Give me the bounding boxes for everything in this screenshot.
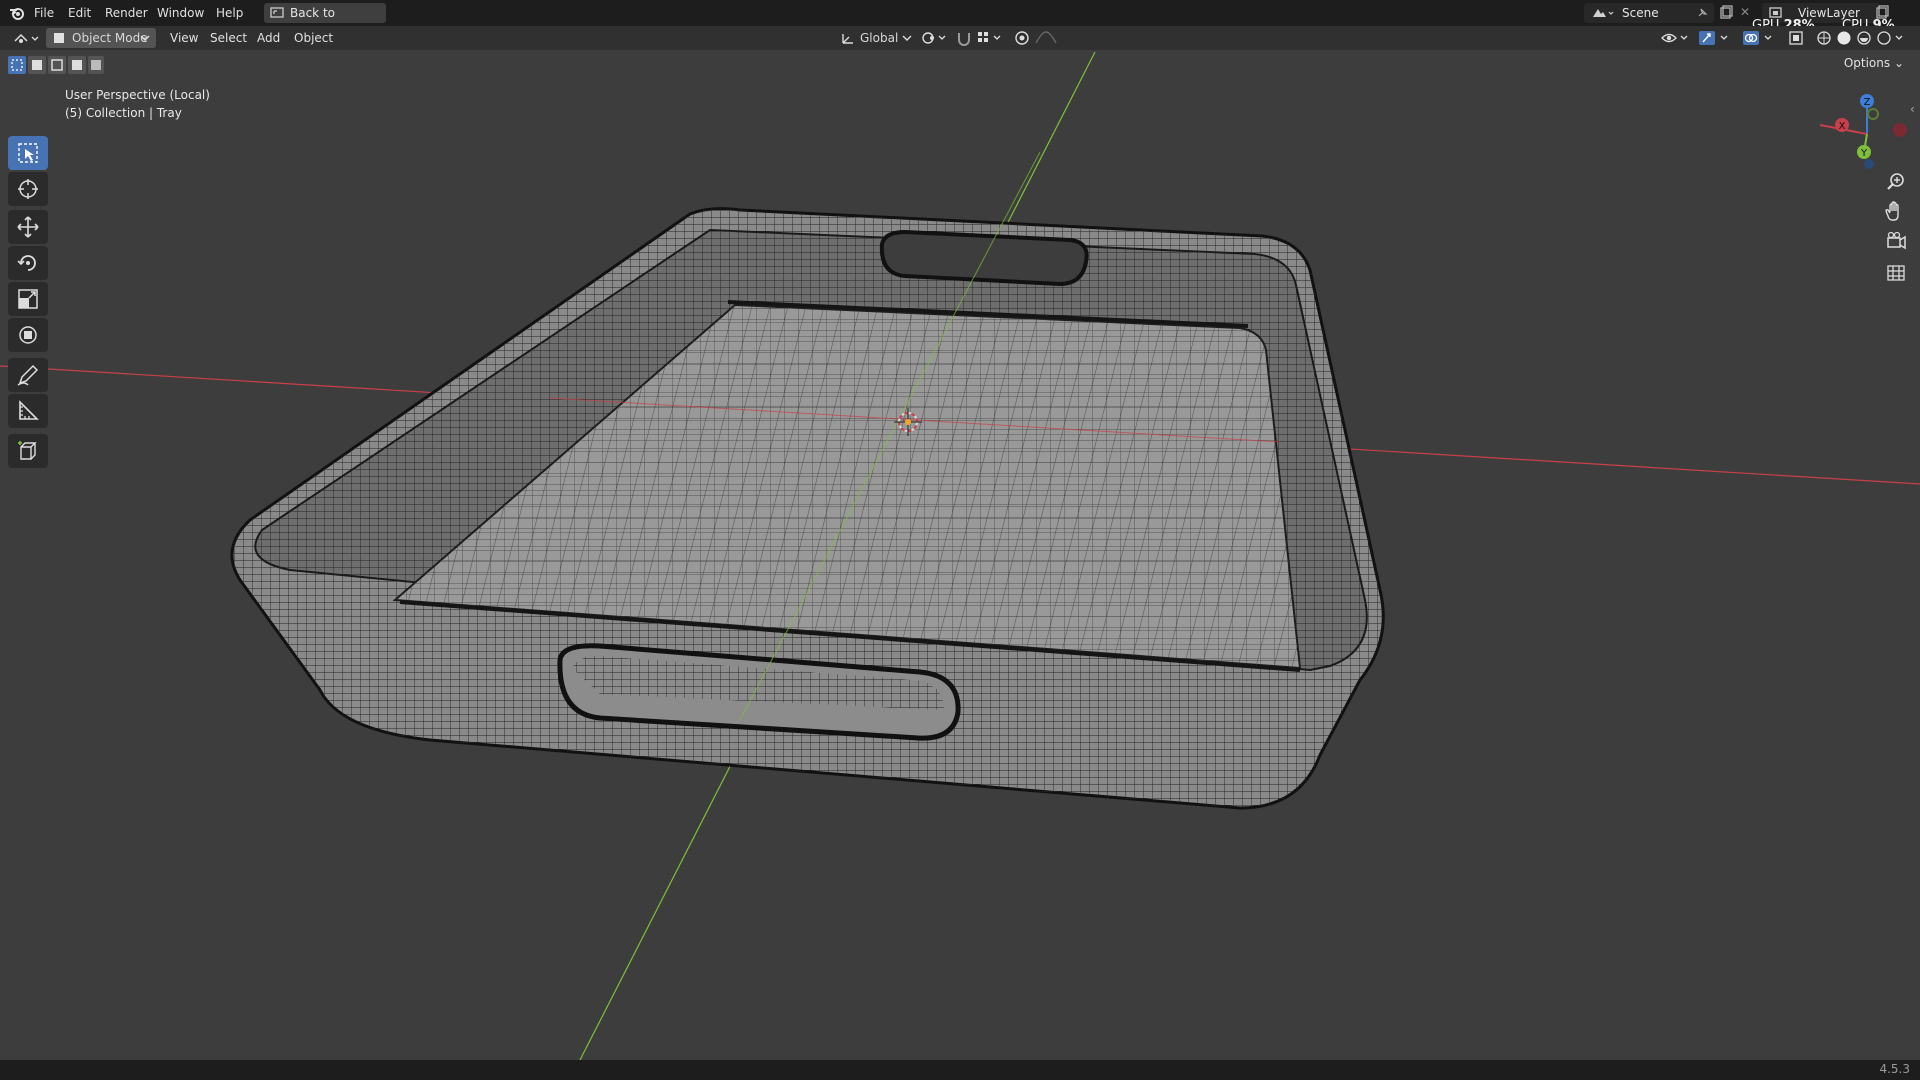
camera-icon bbox=[1887, 231, 1906, 250]
shading-modes-icon[interactable] bbox=[1816, 30, 1908, 46]
remove-scene-icon[interactable]: ✕ bbox=[1740, 5, 1750, 19]
3d-viewport[interactable]: Options ⌄ User Perspective (Local) (5) C… bbox=[0, 50, 1920, 1060]
visibility-icon[interactable] bbox=[1660, 30, 1690, 46]
add-cube-icon bbox=[18, 441, 37, 460]
hand-icon bbox=[1885, 201, 1899, 221]
scene-name: Scene bbox=[1622, 6, 1659, 20]
scene-canvas[interactable] bbox=[0, 50, 1920, 1060]
gizmo-toggle-icon[interactable] bbox=[1698, 30, 1732, 46]
pivot-point-icon[interactable] bbox=[920, 30, 948, 46]
ortho-grid-button[interactable] bbox=[1880, 258, 1912, 286]
object-origin-dot bbox=[905, 419, 911, 425]
object-mode-icon bbox=[54, 33, 64, 43]
viewport-header: Object Mode View Select Add Object Globa… bbox=[0, 26, 1920, 50]
menu-render[interactable]: Render bbox=[105, 0, 148, 26]
menu-object[interactable]: Object bbox=[294, 26, 333, 50]
menu-help[interactable]: Help bbox=[216, 0, 243, 26]
cursor-tool[interactable] bbox=[8, 172, 48, 206]
proportional-editing-icon[interactable] bbox=[1014, 30, 1030, 46]
grid-icon bbox=[1887, 265, 1905, 281]
scene-icon bbox=[1593, 9, 1614, 17]
version-label: 4.5.3 bbox=[1879, 1062, 1910, 1076]
chevron-down-icon bbox=[902, 35, 912, 41]
view-perspective-label: User Perspective (Local) bbox=[65, 88, 210, 102]
scene-selector[interactable]: Scene bbox=[1584, 3, 1714, 23]
options-label: Options bbox=[1843, 56, 1891, 70]
menu-window[interactable]: Window bbox=[157, 0, 204, 26]
select-box-tool[interactable] bbox=[8, 136, 48, 170]
back-to-previous-button[interactable]: Back to Previous bbox=[264, 3, 386, 40]
camera-button[interactable] bbox=[1880, 228, 1912, 256]
pencil-icon bbox=[17, 364, 39, 386]
top-menu-bar: File Edit Render Window Help Back to Pre… bbox=[0, 0, 1920, 40]
rotate-tool[interactable] bbox=[8, 246, 48, 280]
overlays-toggle-icon[interactable] bbox=[1742, 30, 1776, 46]
scale-icon bbox=[18, 289, 38, 309]
snap-toggle-icon[interactable] bbox=[956, 30, 972, 46]
move-icon bbox=[17, 216, 39, 238]
orientation-icon bbox=[842, 34, 853, 44]
add-cube-tool[interactable] bbox=[8, 434, 48, 468]
neg-y-axis-icon[interactable] bbox=[1867, 108, 1879, 120]
svg-text:Y: Y bbox=[1860, 148, 1868, 159]
zoom-button[interactable] bbox=[1880, 168, 1912, 196]
status-bar: 4.5.3 bbox=[0, 1060, 1920, 1080]
ruler-icon bbox=[19, 400, 39, 420]
transform-icon bbox=[19, 326, 37, 344]
pan-button[interactable] bbox=[1880, 198, 1912, 226]
neg-x-axis-icon[interactable] bbox=[1893, 123, 1907, 137]
falloff-curve-icon[interactable] bbox=[1034, 30, 1060, 46]
orientation-label: Global bbox=[860, 31, 899, 45]
xray-toggle-icon[interactable] bbox=[1788, 30, 1804, 46]
editor-type-icon[interactable] bbox=[12, 30, 40, 46]
menu-file[interactable]: File bbox=[34, 0, 54, 26]
pin-icon[interactable] bbox=[1696, 7, 1708, 19]
snap-increment-icon[interactable] bbox=[976, 30, 1004, 46]
rotate-icon bbox=[17, 255, 36, 271]
move-tool[interactable] bbox=[8, 210, 48, 244]
measure-tool[interactable] bbox=[8, 394, 48, 428]
new-scene-icon[interactable] bbox=[1718, 5, 1734, 21]
svg-text:Z: Z bbox=[1864, 97, 1871, 108]
menu-select[interactable]: Select bbox=[210, 26, 247, 50]
menu-view[interactable]: View bbox=[170, 26, 198, 50]
transform-orientation-dropdown[interactable]: Global bbox=[838, 28, 914, 48]
chevron-down-icon bbox=[140, 35, 150, 41]
active-collection-label: (5) Collection | Tray bbox=[65, 106, 182, 120]
annotate-tool[interactable] bbox=[8, 358, 48, 392]
crosshair-icon bbox=[18, 179, 38, 199]
object-mode-label: Object Mode bbox=[72, 31, 148, 45]
screen-icon bbox=[270, 7, 284, 18]
sidebar-toggle-icon[interactable]: ‹ bbox=[1910, 102, 1915, 116]
blender-logo-icon[interactable] bbox=[8, 4, 26, 22]
menu-add[interactable]: Add bbox=[257, 26, 280, 50]
scale-tool[interactable] bbox=[8, 282, 48, 316]
zoom-icon bbox=[1887, 173, 1904, 190]
selection-mode-icons[interactable] bbox=[8, 56, 104, 74]
svg-text:X: X bbox=[1839, 121, 1846, 132]
options-dropdown[interactable]: Options ⌄ bbox=[1836, 54, 1912, 72]
transform-tool[interactable] bbox=[8, 318, 48, 352]
object-mode-dropdown[interactable]: Object Mode bbox=[46, 28, 156, 48]
navigation-gizmo[interactable]: Z X Y bbox=[1820, 86, 1914, 178]
menu-edit[interactable]: Edit bbox=[68, 0, 91, 26]
select-box-icon bbox=[18, 143, 38, 163]
neg-z-axis-icon[interactable] bbox=[1864, 159, 1874, 169]
